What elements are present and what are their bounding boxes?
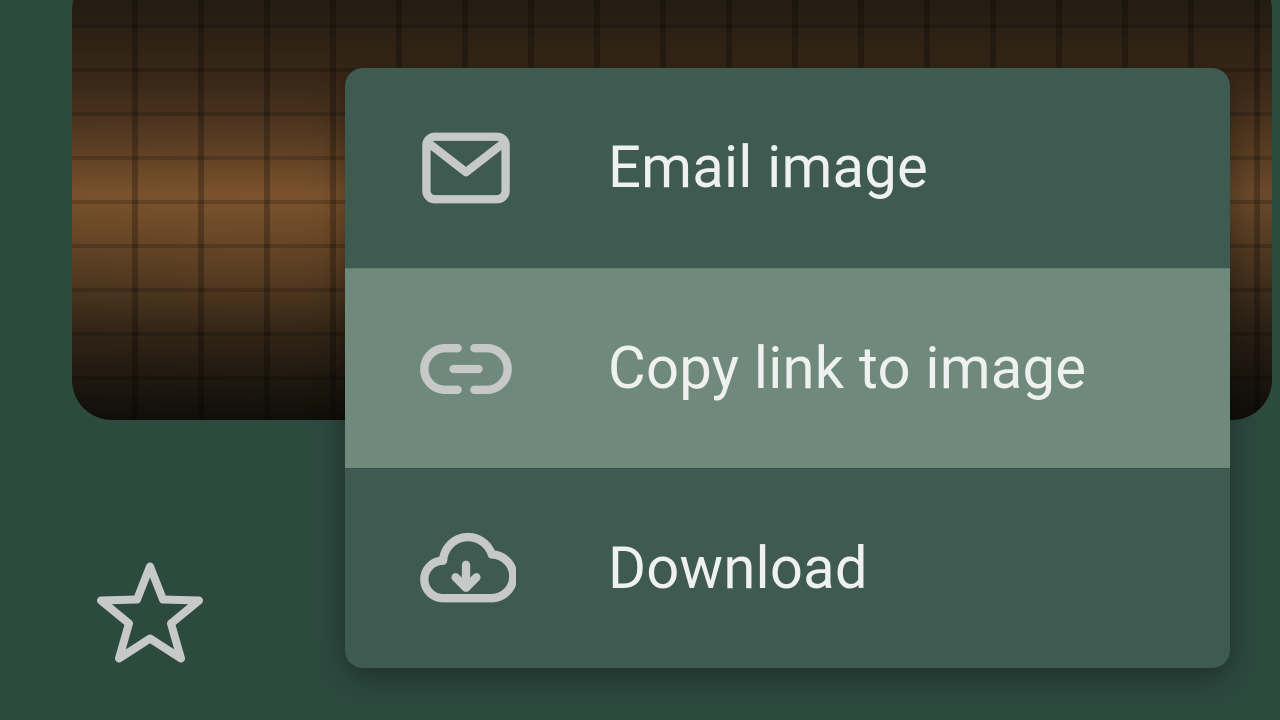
menu-item-label: Copy link to image xyxy=(608,335,1086,403)
context-menu: Email image Copy link to image Download xyxy=(345,68,1230,668)
cloud-download-icon xyxy=(413,516,518,621)
link-icon xyxy=(413,316,518,421)
menu-item-label: Email image xyxy=(608,134,928,202)
menu-item-download[interactable]: Download xyxy=(345,468,1230,668)
star-icon[interactable] xyxy=(90,554,210,674)
menu-item-copy-link[interactable]: Copy link to image xyxy=(345,268,1230,468)
menu-item-email[interactable]: Email image xyxy=(345,68,1230,268)
mail-icon xyxy=(413,116,518,221)
menu-item-label: Download xyxy=(608,535,868,603)
